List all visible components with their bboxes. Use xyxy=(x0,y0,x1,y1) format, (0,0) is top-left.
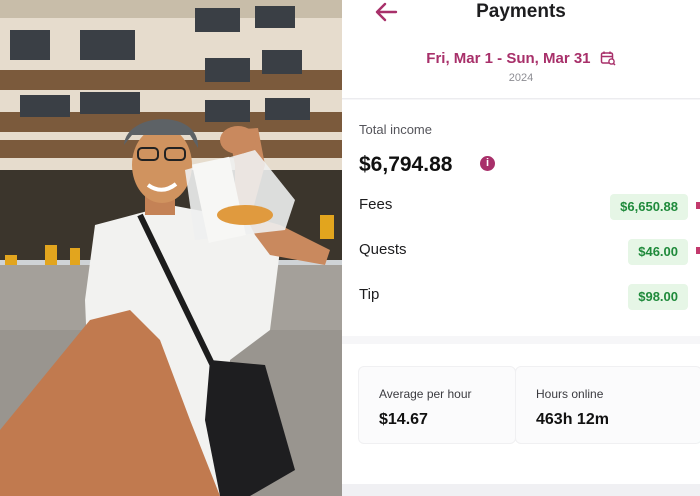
period-year: 2024 xyxy=(508,72,534,84)
payments-screen: Payments Fri, Mar 1 - Sun, Mar 31 2024 T… xyxy=(342,0,700,496)
calendar-search-icon xyxy=(600,51,616,66)
average-per-hour-value: $14.67 xyxy=(379,411,428,428)
fees-amount: $6,650.88 xyxy=(610,194,688,220)
quests-label: Quests xyxy=(359,241,407,258)
quests-edge-marker xyxy=(696,247,700,254)
fees-edge-marker xyxy=(696,202,700,209)
date-range-label: Fri, Mar 1 - Sun, Mar 31 xyxy=(426,50,591,67)
bottom-divider xyxy=(342,484,700,496)
income-card: Total income $6,794.88 i Fees $6,650.88 … xyxy=(342,100,700,336)
total-income-value: $6,794.88 xyxy=(359,153,453,176)
average-per-hour-label: Average per hour xyxy=(379,387,472,401)
tip-amount: $98.00 xyxy=(628,284,688,310)
hours-online-value: 463h 12m xyxy=(536,411,609,428)
info-icon[interactable]: i xyxy=(480,156,495,171)
tip-label: Tip xyxy=(359,286,380,303)
total-income-label: Total income xyxy=(359,122,432,137)
period-selector: Fri, Mar 1 - Sun, Mar 31 2024 xyxy=(342,40,700,99)
quests-amount: $46.00 xyxy=(628,239,688,265)
stats-card: Average per hour $14.67 Hours online 463… xyxy=(342,344,700,484)
page-title: Payments xyxy=(476,1,566,22)
fees-label: Fees xyxy=(359,196,393,213)
date-range-button[interactable]: Fri, Mar 1 - Sun, Mar 31 xyxy=(342,50,700,67)
average-per-hour-box: Average per hour $14.67 xyxy=(358,366,516,444)
hours-online-label: Hours online xyxy=(536,387,604,401)
hours-online-box: Hours online 463h 12m xyxy=(515,366,700,444)
top-bar: Payments xyxy=(342,0,700,40)
courier-photo xyxy=(0,0,342,496)
